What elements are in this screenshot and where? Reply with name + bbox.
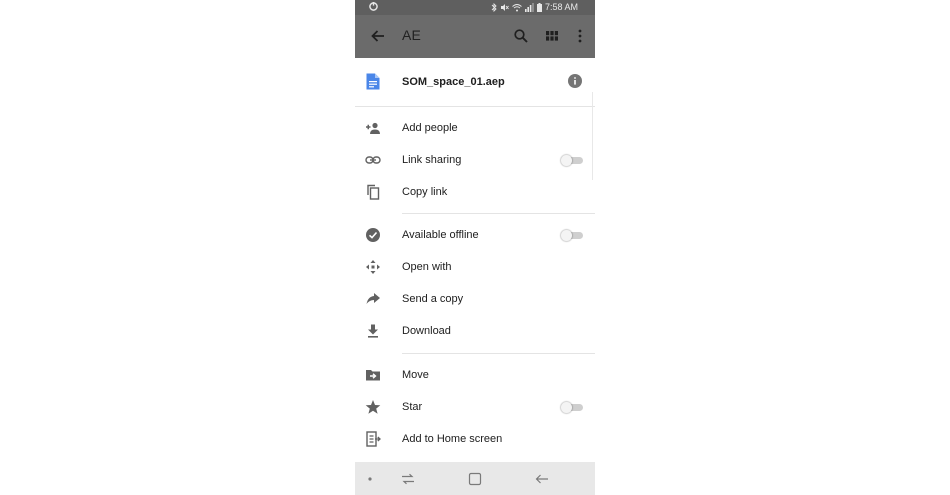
menu-label-link-sharing: Link sharing xyxy=(402,154,462,166)
app-bar: AE xyxy=(355,15,595,58)
recent-apps-icon[interactable] xyxy=(400,471,416,487)
open-with-icon xyxy=(366,260,380,274)
divider xyxy=(402,213,595,214)
link-sharing-toggle[interactable] xyxy=(561,155,583,166)
mute-icon xyxy=(500,3,509,11)
document-file-icon xyxy=(366,73,380,90)
bluetooth-icon xyxy=(491,2,497,12)
available-offline-toggle[interactable] xyxy=(561,230,583,241)
menu-label-copy-link: Copy link xyxy=(402,186,448,198)
back-arrow-icon[interactable] xyxy=(369,27,387,45)
share-arrow-icon xyxy=(366,293,380,304)
menu-item-star[interactable]: Star xyxy=(355,391,595,423)
dot-icon[interactable] xyxy=(362,471,378,487)
menu-label-download: Download xyxy=(402,325,451,337)
battery-icon xyxy=(536,2,542,12)
search-icon[interactable] xyxy=(512,27,530,45)
star-toggle[interactable] xyxy=(561,402,583,413)
file-header: SOM_space_01.aep xyxy=(355,58,595,107)
menu-item-copy-link[interactable]: Copy link xyxy=(355,176,595,208)
signal-icon xyxy=(524,2,534,12)
link-icon xyxy=(365,156,381,164)
menu-item-move[interactable]: Move xyxy=(355,359,595,391)
toggle-thumb xyxy=(561,402,572,413)
menu-label-available-offline: Available offline xyxy=(402,229,479,241)
menu-item-download[interactable]: Download xyxy=(355,315,595,347)
toggle-thumb xyxy=(561,230,572,241)
download-icon xyxy=(368,324,378,338)
add-person-icon xyxy=(366,122,380,134)
file-actions-sheet: SOM_space_01.aep Add people Link sharing… xyxy=(355,58,595,462)
status-bar: 7:58 AM xyxy=(355,0,595,15)
info-icon[interactable] xyxy=(568,74,582,88)
system-nav-bar xyxy=(355,462,595,495)
star-icon xyxy=(365,400,381,414)
menu-label-open-with: Open with xyxy=(402,261,452,273)
menu-item-send-a-copy[interactable]: Send a copy xyxy=(355,283,595,315)
copy-icon xyxy=(367,184,380,200)
menu-label-send-a-copy: Send a copy xyxy=(402,293,464,305)
menu-item-open-with[interactable]: Open with xyxy=(355,251,595,283)
offline-check-icon xyxy=(366,228,380,242)
menu-label-add-to-home-screen: Add to Home screen xyxy=(402,433,503,445)
status-time: 7:58 AM xyxy=(544,2,578,12)
menu-item-add-people[interactable]: Add people xyxy=(355,112,595,144)
menu-label-star: Star xyxy=(402,401,423,413)
phone-screen: 7:58 AM AE SOM_space_01.aep Add people L… xyxy=(355,0,595,495)
menu-item-link-sharing[interactable]: Link sharing xyxy=(355,144,595,176)
status-icons: 7:58 AM xyxy=(491,2,578,12)
divider xyxy=(402,353,595,354)
toggle-thumb xyxy=(561,155,572,166)
file-name: SOM_space_01.aep xyxy=(402,76,505,88)
add-to-home-screen-icon xyxy=(366,431,381,447)
move-folder-icon xyxy=(366,370,380,381)
menu-label-move: Move xyxy=(402,369,429,381)
grid-view-icon[interactable] xyxy=(543,27,561,45)
menu-item-add-to-home-screen[interactable]: Add to Home screen xyxy=(355,423,595,455)
app-bar-title: AE xyxy=(402,27,422,43)
sync-icon xyxy=(369,2,378,11)
more-vert-icon[interactable] xyxy=(571,27,589,45)
wifi-icon xyxy=(512,3,522,11)
menu-label-add-people: Add people xyxy=(402,122,458,134)
menu-item-available-offline[interactable]: Available offline xyxy=(355,219,595,251)
home-icon[interactable] xyxy=(467,471,483,487)
back-icon[interactable] xyxy=(534,471,550,487)
